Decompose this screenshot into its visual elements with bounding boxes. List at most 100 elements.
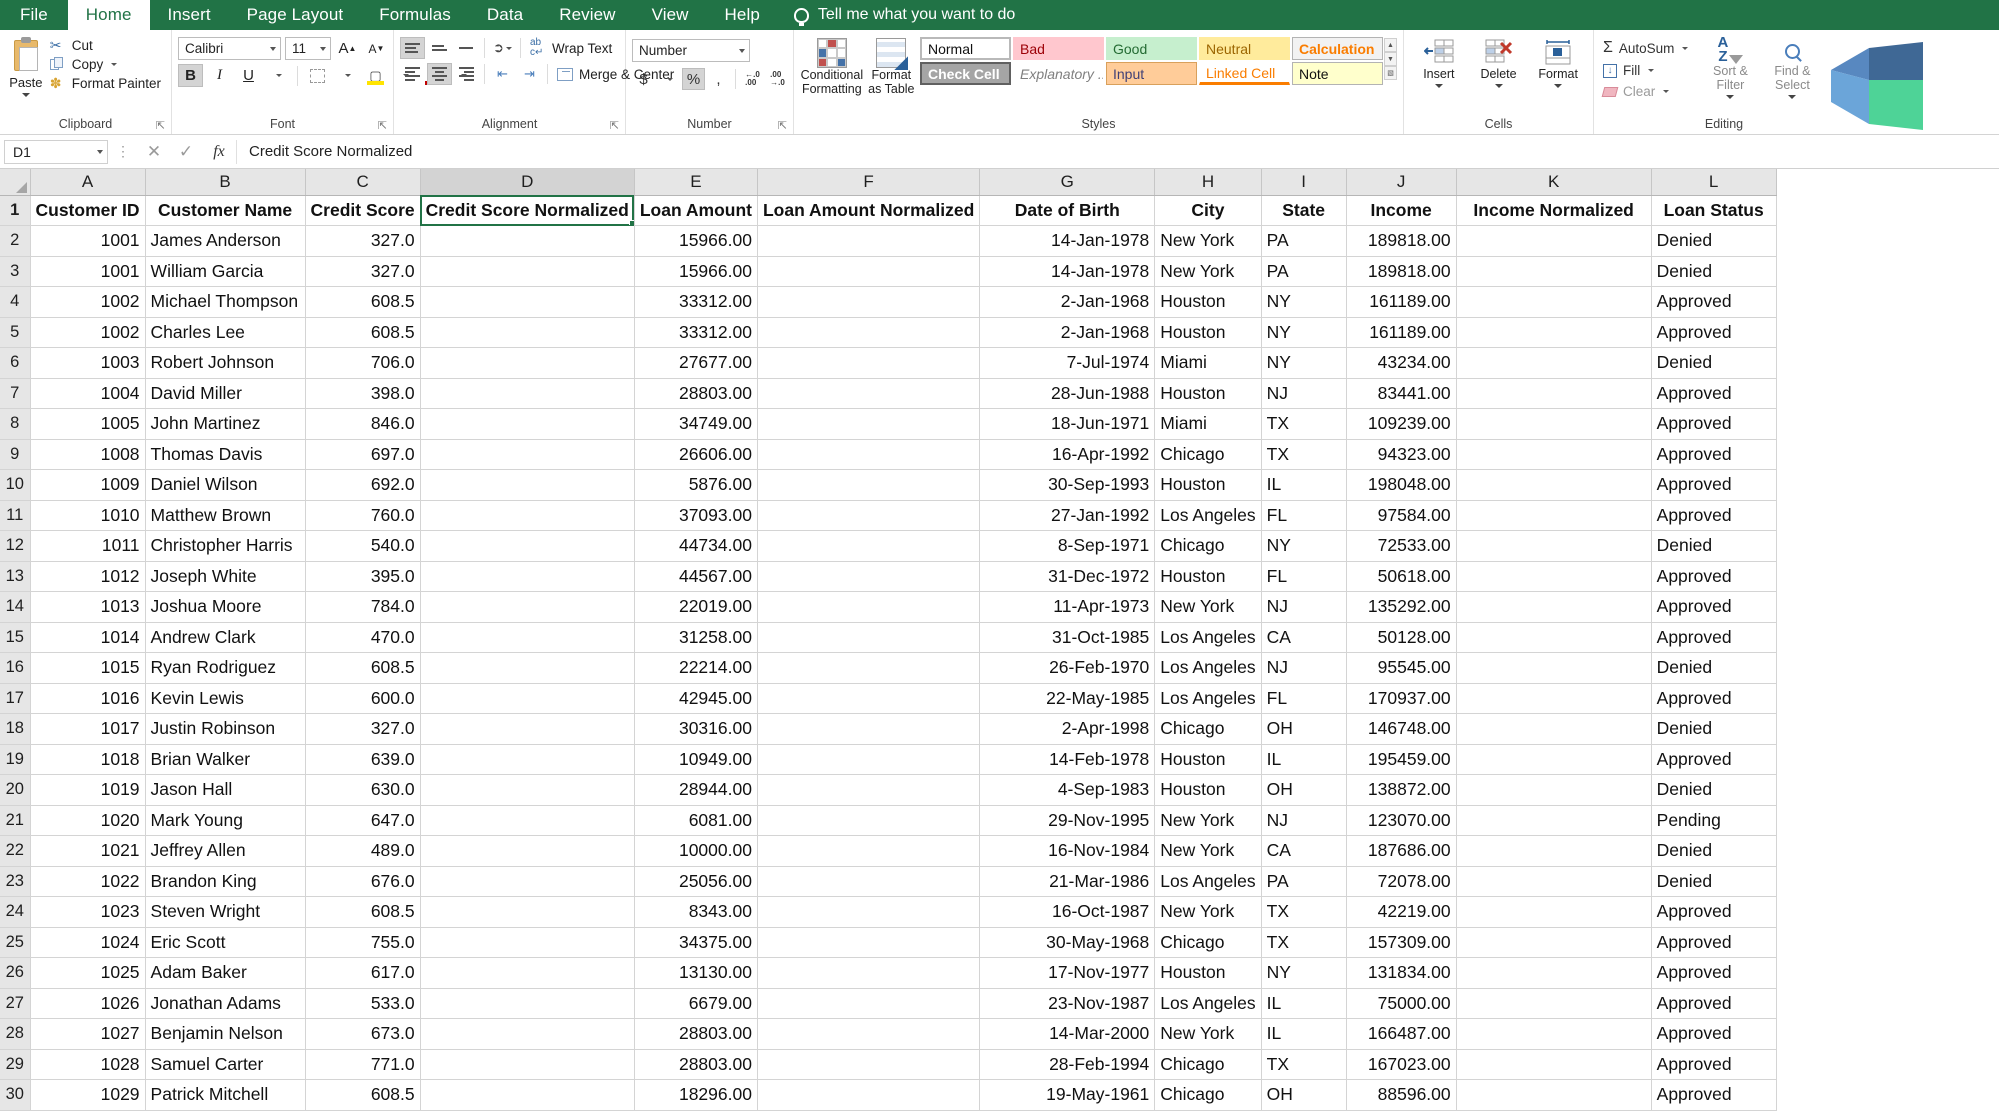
cell-I30[interactable]: OH [1261, 1079, 1347, 1111]
cell-L5[interactable]: Approved [1651, 317, 1777, 348]
cell-L25[interactable]: Approved [1651, 927, 1777, 958]
fill-color-button[interactable]: ▢ [363, 64, 388, 87]
table-row[interactable]: 13 1012 Joseph White 395.0 44567.00 31-Dec-19… [0, 561, 1777, 592]
cell-K24[interactable] [1456, 896, 1652, 928]
cell-H7[interactable]: Houston [1154, 378, 1262, 409]
cell-D11[interactable] [420, 500, 635, 531]
cell-E9[interactable]: 26606.00 [634, 439, 758, 470]
cell-C23[interactable]: 676.0 [305, 866, 421, 897]
cell-A3[interactable]: 1001 [30, 256, 146, 287]
cell-H15[interactable]: Los Angeles [1154, 622, 1262, 653]
cell-C7[interactable]: 398.0 [305, 378, 421, 409]
increase-decimal-button[interactable]: .00 →.0 [766, 68, 789, 90]
table-row[interactable]: 16 1015 Ryan Rodriguez 608.5 22214.00 26-Feb-… [0, 652, 1777, 684]
cell-I15[interactable]: CA [1261, 622, 1347, 653]
cell-L23[interactable]: Denied [1651, 866, 1777, 897]
cell-B6[interactable]: Robert Johnson [145, 347, 306, 379]
table-row[interactable]: 9 1008 Thomas Davis 697.0 26606.00 16-Apr-199… [0, 439, 1777, 470]
cell-B15[interactable]: Andrew Clark [145, 622, 306, 653]
cell-K16[interactable] [1456, 652, 1652, 684]
chevron-down-icon[interactable] [1554, 84, 1563, 88]
cell-E12[interactable]: 44734.00 [634, 530, 758, 562]
column-header-b[interactable]: B [145, 169, 306, 196]
cell-L9[interactable]: Approved [1651, 439, 1777, 470]
cell-H25[interactable]: Chicago [1154, 927, 1262, 958]
cell-E3[interactable]: 15966.00 [634, 256, 758, 287]
underline-dropdown[interactable] [265, 64, 290, 87]
clear-button[interactable]: Clear [1600, 83, 1691, 100]
column-header-i[interactable]: I [1261, 169, 1347, 196]
table-row[interactable]: 10 1009 Daniel Wilson 692.0 5876.00 30-Sep-19… [0, 469, 1777, 501]
cell-F19[interactable] [757, 744, 981, 775]
align-top-button[interactable] [400, 37, 425, 59]
cell-H23[interactable]: Los Angeles [1154, 866, 1262, 897]
cell-D30[interactable] [420, 1079, 635, 1111]
font-name-select[interactable]: Calibri [178, 37, 281, 60]
cell-H9[interactable]: Chicago [1154, 439, 1262, 470]
underline-button[interactable]: U [236, 64, 261, 87]
row-header-11[interactable]: 11 [0, 500, 31, 531]
fill-button[interactable]: ↓ Fill [1600, 62, 1691, 79]
cell-K9[interactable] [1456, 439, 1652, 470]
row-header-23[interactable]: 23 [0, 866, 31, 897]
decrease-decimal-button[interactable]: ←.0.00 [741, 68, 764, 90]
cell-A2[interactable]: 1001 [30, 225, 146, 257]
cell-G4[interactable]: 2-Jan-1968 [979, 286, 1156, 318]
row-header-13[interactable]: 13 [0, 561, 31, 592]
table-row[interactable]: 21 1020 Mark Young 647.0 6081.00 29-Nov-1995 N… [0, 805, 1777, 836]
ribbon-tab-page-layout[interactable]: Page Layout [229, 0, 362, 30]
cell-L10[interactable]: Approved [1651, 469, 1777, 501]
formula-bar-grip[interactable]: ⋮ [108, 143, 138, 160]
style-neutral[interactable]: Neutral [1199, 37, 1290, 60]
cell-G14[interactable]: 11-Apr-1973 [979, 591, 1156, 623]
cell-K3[interactable] [1456, 256, 1652, 287]
ribbon-tab-data[interactable]: Data [469, 0, 541, 30]
cell-D10[interactable] [420, 469, 635, 501]
cell-E20[interactable]: 28944.00 [634, 774, 758, 806]
row-header-24[interactable]: 24 [0, 896, 31, 928]
table-row[interactable]: 7 1004 David Miller 398.0 28803.00 28-Jun-198… [0, 378, 1777, 409]
table-row[interactable]: 26 1025 Adam Baker 617.0 13130.00 17-Nov-1977… [0, 957, 1777, 989]
style-good[interactable]: Good [1106, 37, 1197, 60]
cell-A5[interactable]: 1002 [30, 317, 146, 348]
cell-B4[interactable]: Michael Thompson [145, 286, 306, 318]
ribbon-tab-view[interactable]: View [634, 0, 707, 30]
cell-L2[interactable]: Denied [1651, 225, 1777, 257]
cell-A13[interactable]: 1012 [30, 561, 146, 592]
cell-F8[interactable] [757, 408, 981, 440]
cell-F11[interactable] [757, 500, 981, 531]
cell-H16[interactable]: Los Angeles [1154, 652, 1262, 684]
header-cell-I1[interactable]: State [1261, 195, 1347, 226]
cell-C13[interactable]: 395.0 [305, 561, 421, 592]
find-select-button[interactable]: Find & Select [1761, 38, 1823, 99]
cell-B28[interactable]: Benjamin Nelson [145, 1018, 306, 1050]
cancel-entry-button[interactable]: ✕ [138, 142, 170, 162]
cell-G27[interactable]: 23-Nov-1987 [979, 988, 1156, 1019]
cell-J5[interactable]: 161189.00 [1346, 317, 1457, 348]
cell-E19[interactable]: 10949.00 [634, 744, 758, 775]
cell-B26[interactable]: Adam Baker [145, 957, 306, 989]
column-header-k[interactable]: K [1456, 169, 1652, 196]
cell-I5[interactable]: NY [1261, 317, 1347, 348]
cell-E6[interactable]: 27677.00 [634, 347, 758, 379]
cell-L20[interactable]: Denied [1651, 774, 1777, 806]
cell-L8[interactable]: Approved [1651, 408, 1777, 440]
row-header-25[interactable]: 25 [0, 927, 31, 958]
cell-H21[interactable]: New York [1154, 805, 1262, 836]
bold-button[interactable]: B [178, 64, 203, 87]
cell-L24[interactable]: Approved [1651, 896, 1777, 928]
cell-F27[interactable] [757, 988, 981, 1019]
row-header-26[interactable]: 26 [0, 957, 31, 989]
cell-L16[interactable]: Denied [1651, 652, 1777, 684]
cell-G17[interactable]: 22-May-1985 [979, 683, 1156, 714]
cell-B7[interactable]: David Miller [145, 378, 306, 409]
cell-C30[interactable]: 608.5 [305, 1079, 421, 1111]
cell-A17[interactable]: 1016 [30, 683, 146, 714]
cell-I25[interactable]: TX [1261, 927, 1347, 958]
cell-I24[interactable]: TX [1261, 896, 1347, 928]
cell-I28[interactable]: IL [1261, 1018, 1347, 1050]
cell-K29[interactable] [1456, 1049, 1652, 1080]
cell-E8[interactable]: 34749.00 [634, 408, 758, 440]
cell-E2[interactable]: 15966.00 [634, 225, 758, 257]
cell-L30[interactable]: Approved [1651, 1079, 1777, 1111]
